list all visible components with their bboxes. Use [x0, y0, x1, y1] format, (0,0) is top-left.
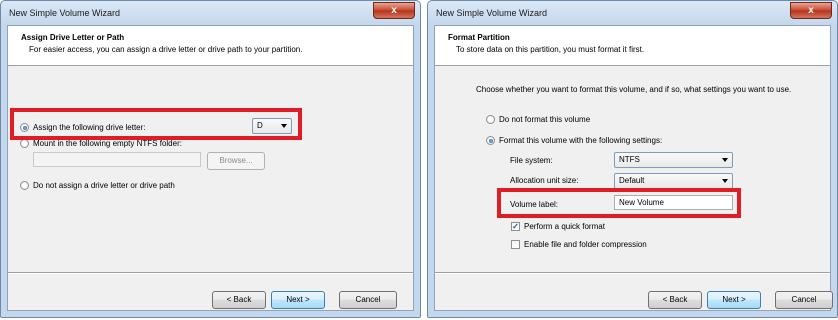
allocation-dropdown[interactable]: Default [614, 173, 733, 189]
right-page-subtitle: To store data on this partition, you mus… [456, 45, 645, 54]
no-assign-label[interactable]: Do not assign a drive letter or drive pa… [33, 181, 175, 190]
format-label[interactable]: Format this volume with the following se… [499, 136, 662, 145]
quick-format-label[interactable]: Perform a quick format [524, 222, 605, 231]
checkmark-icon: ✓ [512, 222, 519, 231]
left-next-button[interactable]: Next > [271, 291, 325, 309]
left-footer-separator [8, 272, 413, 274]
left-client-area: Assign Drive Letter or Path For easier a… [7, 25, 414, 311]
right-next-button[interactable]: Next > [707, 291, 761, 309]
chevron-down-icon [722, 179, 728, 183]
right-footer-separator [435, 272, 830, 274]
no-format-label[interactable]: Do not format this volume [499, 115, 590, 124]
right-page-title: Format Partition [448, 33, 510, 42]
compression-label[interactable]: Enable file and folder compression [524, 240, 647, 249]
left-wizard-window: New Simple Volume Wizard x Assign Drive … [0, 0, 421, 318]
right-header: Format Partition To store data on this p… [435, 26, 830, 66]
drive-letter-highlight [10, 108, 302, 140]
file-system-label: File system: [510, 156, 553, 165]
mount-folder-radio[interactable] [20, 139, 29, 148]
left-header: Assign Drive Letter or Path For easier a… [8, 26, 413, 66]
left-cancel-button[interactable]: Cancel [339, 291, 397, 309]
right-title-bar[interactable]: New Simple Volume Wizard x [428, 1, 837, 25]
allocation-label: Allocation unit size: [510, 176, 579, 185]
right-window-title: New Simple Volume Wizard [436, 8, 548, 18]
folder-path-input[interactable] [33, 152, 201, 167]
right-cancel-button[interactable]: Cancel [775, 291, 833, 309]
left-back-button[interactable]: < Back [212, 291, 266, 309]
allocation-value: Default [619, 176, 645, 185]
left-window-title: New Simple Volume Wizard [9, 8, 121, 18]
right-client-area: Format Partition To store data on this p… [434, 25, 833, 311]
mount-folder-label[interactable]: Mount in the following empty NTFS folder… [33, 139, 182, 148]
no-assign-radio[interactable] [20, 181, 29, 190]
compression-checkbox[interactable] [511, 240, 520, 249]
format-prompt: Choose whether you want to format this v… [476, 85, 792, 94]
right-wizard-window: New Simple Volume Wizard x Format Partit… [427, 0, 838, 318]
no-format-radio[interactable] [486, 115, 495, 124]
quick-format-checkbox[interactable]: ✓ [511, 222, 520, 231]
right-back-button[interactable]: < Back [648, 291, 702, 309]
file-system-dropdown[interactable]: NTFS [614, 152, 733, 168]
right-close-button[interactable]: x [790, 2, 832, 19]
left-page-subtitle: For easier access, you can assign a driv… [29, 45, 303, 54]
file-system-value: NTFS [619, 155, 640, 164]
left-close-button[interactable]: x [373, 2, 415, 19]
chevron-down-icon [722, 158, 728, 162]
browse-button[interactable]: Browse... [207, 152, 265, 170]
left-page-title: Assign Drive Letter or Path [21, 33, 125, 42]
format-radio[interactable] [486, 136, 495, 145]
volume-label-highlight [497, 188, 741, 218]
left-title-bar[interactable]: New Simple Volume Wizard x [1, 1, 420, 25]
